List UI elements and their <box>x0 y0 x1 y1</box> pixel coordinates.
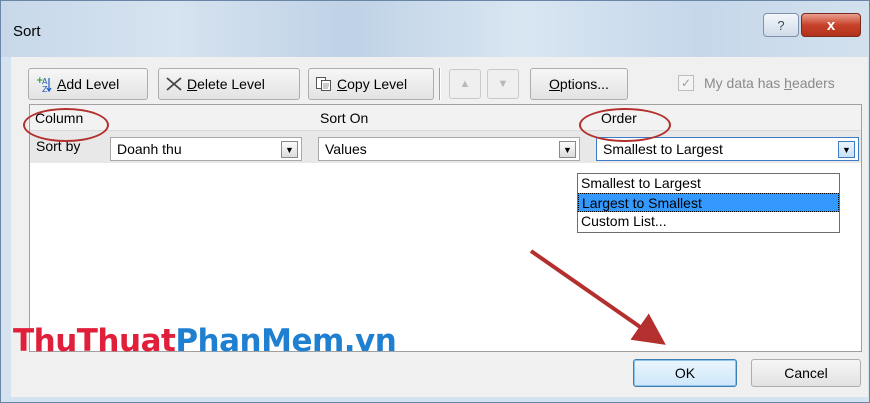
dialog-title: Sort <box>13 23 41 40</box>
move-down-button[interactable]: ▼ <box>487 69 519 99</box>
sort-level-row[interactable]: Sort by Doanh thu ▼ Values ▼ Smallest to… <box>30 131 861 163</box>
help-icon: ? <box>777 17 785 33</box>
copy-icon <box>315 76 333 92</box>
ok-label: OK <box>674 365 696 381</box>
sort-dialog: Sort ? x + A Z Add Level Delete Level Co… <box>0 0 870 403</box>
cancel-button[interactable]: Cancel <box>751 359 861 387</box>
chevron-down-icon[interactable]: ▼ <box>281 141 298 158</box>
options-button[interactable]: Options... <box>530 68 628 100</box>
close-icon: x <box>826 16 836 34</box>
chevron-down-icon[interactable]: ▼ <box>838 141 855 158</box>
column-select-value: Doanh thu <box>117 141 182 157</box>
delete-level-button[interactable]: Delete Level <box>158 68 300 100</box>
sort-on-select[interactable]: Values ▼ <box>318 137 580 161</box>
has-headers-checkbox[interactable]: ✓ <box>678 75 694 91</box>
watermark-logo: ThuThuatPhanMem.vn <box>13 323 397 359</box>
add-level-button[interactable]: + A Z Add Level <box>28 68 148 100</box>
triangle-up-icon: ▲ <box>459 78 471 90</box>
toolbar-separator <box>439 68 441 100</box>
order-select-value: Smallest to Largest <box>603 141 723 157</box>
checkmark-icon: ✓ <box>680 76 692 90</box>
delete-level-label: Delete Level <box>187 76 265 92</box>
grid-header: Column Sort On Order <box>30 105 861 131</box>
add-level-icon: + A Z <box>35 75 53 93</box>
ok-button[interactable]: OK <box>633 359 737 387</box>
triangle-down-icon: ▼ <box>497 78 509 90</box>
copy-level-label: Copy Level <box>337 76 408 92</box>
title-bar[interactable]: Sort ? x <box>1 1 869 57</box>
has-headers-option[interactable]: ✓ My data has headers <box>678 75 835 91</box>
sort-on-select-value: Values <box>325 141 367 157</box>
column-select[interactable]: Doanh thu ▼ <box>110 137 302 161</box>
close-button[interactable]: x <box>801 13 861 37</box>
sort-on-header: Sort On <box>320 110 369 126</box>
cancel-label: Cancel <box>784 365 828 381</box>
add-level-label: Add Level <box>57 76 120 92</box>
delete-x-icon <box>165 76 183 92</box>
has-headers-label: My data has headers <box>704 75 835 91</box>
order-annotation-circle <box>579 108 671 142</box>
help-button[interactable]: ? <box>763 13 799 37</box>
chevron-down-icon[interactable]: ▼ <box>559 141 576 158</box>
move-up-button[interactable]: ▲ <box>449 69 481 99</box>
order-option[interactable]: Smallest to Largest <box>578 174 839 193</box>
copy-level-button[interactable]: Copy Level <box>308 68 434 100</box>
order-option-highlighted[interactable]: Largest to Smallest <box>578 193 839 212</box>
options-label: Options... <box>549 76 609 92</box>
column-annotation-circle <box>23 108 109 142</box>
order-option[interactable]: Custom List... <box>578 212 839 231</box>
order-dropdown-list: Smallest to Largest Largest to Smallest … <box>577 173 840 233</box>
